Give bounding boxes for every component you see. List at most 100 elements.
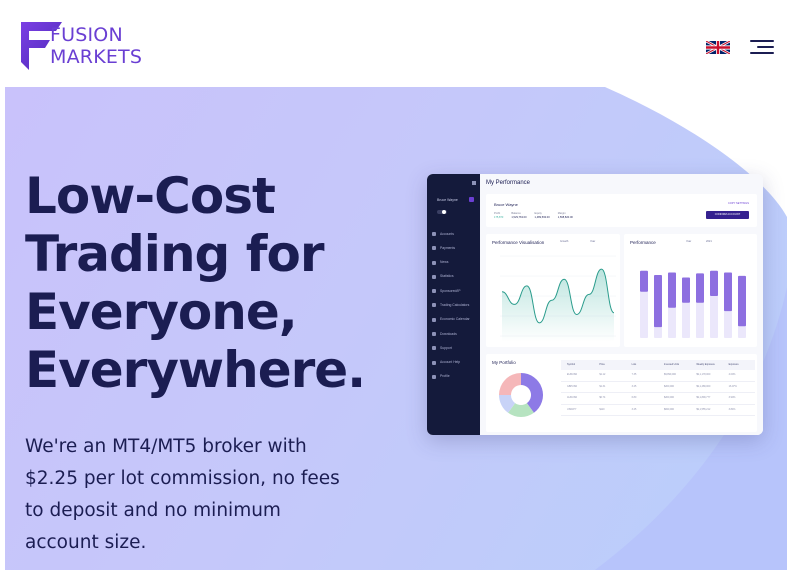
headline-line-3: Everyone,: [25, 283, 298, 341]
sidebar-item-icon: [432, 374, 436, 379]
stat-profit: Profit 175,873: [494, 212, 503, 220]
table-header: Symbol Price Lots Invested Units Weekly …: [561, 360, 755, 370]
dashboard-preview-image: Bruce Wayne Accounts Payments News Stati…: [427, 174, 763, 435]
table-cell: $9,1,178,000: [696, 373, 711, 376]
logo-wordmark: FUSION MARKETS: [50, 24, 142, 68]
bar: [710, 270, 718, 296]
table-cell: $9,899,000: [663, 373, 676, 376]
year-filter: Year: [686, 240, 692, 243]
stat-value: 1,529,763.00: [511, 216, 527, 219]
table-cell: $1.12: [599, 373, 606, 376]
fusion-markets-logo[interactable]: FUSION MARKETS: [20, 22, 150, 70]
sidebar-item-label: Account Help: [440, 360, 461, 365]
table-cell: $0.74: [599, 396, 606, 399]
stat-value: 1,598,820.00: [557, 216, 573, 219]
visualisation-title: Performance Visualisation: [492, 240, 545, 245]
sidebar-item-label: Downloads: [440, 331, 457, 336]
sidebar-item: Payments: [427, 243, 480, 257]
table-cell: 3.84%: [728, 407, 736, 411]
stat-label: Balance: [511, 212, 521, 215]
table-cell: 7.35: [631, 373, 637, 376]
bar: [738, 275, 746, 327]
sidebar-item-label: Economic Calendar: [440, 317, 470, 322]
line-chart: [500, 255, 616, 342]
table-cell: 3.25: [631, 384, 637, 388]
sidebar-item-icon: [432, 246, 436, 251]
uk-flag-icon[interactable]: [706, 41, 730, 54]
line-area: [502, 269, 614, 342]
sidebar-item-label: News: [440, 260, 449, 265]
stat-label: Profit: [494, 212, 501, 215]
sidebar-item: Profile: [427, 372, 480, 386]
profile-name: Bruce Wayne: [494, 202, 518, 207]
stats-row: Profit 175,873 Balance 1,529,763.00 Equity…: [494, 212, 573, 220]
performance-card: Performance Year 2021: [624, 234, 757, 347]
hero-lead-text: We're an MT4/MT5 broker with $2.25 per l…: [25, 436, 340, 553]
column-header: Weekly Exposure: [696, 363, 715, 366]
performance-visualisation-card: Performance Visualisation Growth Year: [486, 234, 620, 347]
table-cell: $200,000: [663, 396, 674, 399]
bar: [668, 272, 676, 308]
growth-select: Growth: [560, 240, 569, 243]
portfolio-title: My Portfolio: [492, 360, 516, 365]
sidebar-item: Accounts: [427, 229, 480, 243]
table-cell: $9,1,555,212: [696, 407, 711, 411]
sidebar-item: Economic Calendar: [427, 315, 480, 329]
hero-section: Low-Cost Trading for Everyone, Everywher…: [5, 87, 787, 570]
table-cell: USDJPY: [567, 407, 577, 411]
sidebar-item: Downloads: [427, 329, 480, 343]
stat-label: Margin: [557, 212, 566, 215]
sidebar-menu: Accounts Payments News Statistics Sponso…: [427, 229, 480, 386]
home-icon: [472, 181, 476, 185]
hamburger-menu-icon[interactable]: [750, 38, 774, 56]
table-cell: $9,1,899,777: [696, 396, 711, 399]
sidebar-item: Statistics: [427, 272, 480, 286]
table-cell: $820,000: [663, 407, 674, 411]
table-cell: $1.31: [599, 384, 606, 388]
sidebar-user-name: Bruce Wayne: [437, 198, 458, 202]
table-cell: 4.00%: [728, 373, 736, 376]
column-header: Price: [599, 363, 605, 366]
dashboard-title: My Performance: [486, 180, 531, 186]
stat-value: 1,489,593.00: [534, 216, 550, 219]
sidebar-item-label: Accounts: [440, 231, 454, 236]
table-cell: 3.25: [631, 407, 637, 411]
column-header: Invested Units: [663, 363, 680, 366]
column-header: Exposure: [728, 363, 739, 366]
table-cell: GBPUSD: [567, 384, 578, 388]
year-value: 2021: [706, 240, 712, 243]
sidebar-item: Support: [427, 343, 480, 357]
year-select: Year: [590, 240, 596, 243]
column-header: Symbol: [567, 363, 575, 366]
portfolio-card: My Portfolio Symbol Price Lots Invested …: [486, 354, 757, 432]
logo-line-1: FUSION: [50, 24, 123, 46]
table-cell: 16.07%: [728, 384, 737, 388]
user-badge-icon: [469, 197, 474, 202]
confirm-account-button: CONFIRM ACCOUNT: [706, 211, 749, 219]
table-cell: EURUSD: [567, 373, 578, 376]
table-cell: $110: [599, 407, 605, 411]
portfolio-donut-chart: [499, 373, 543, 417]
stat-value: 175,873: [494, 216, 504, 219]
logo-line-2: MARKETS: [50, 46, 143, 68]
sidebar-item: Account Help: [427, 358, 480, 372]
bar: [724, 272, 732, 312]
hero-headline: Low-Cost Trading for Everyone, Everywher…: [25, 167, 425, 399]
sidebar-item-icon: [432, 260, 436, 265]
table-row: AUDUSD $0.74 6.80 $200,000 $9,1,899,777 3.90%: [561, 393, 755, 405]
sidebar-toggle: [437, 210, 447, 214]
sidebar-item: Sponsored/IP: [427, 286, 480, 300]
sidebar-item: News: [427, 258, 480, 272]
dashboard-main: My Performance Bruce Wayne Profit 175,873…: [480, 174, 763, 435]
stat-margin: Margin 1,598,820.00: [558, 212, 573, 220]
bar-chart: [640, 270, 746, 338]
sidebar-item-icon: [432, 274, 436, 279]
headline-line-4: Everywhere.: [25, 341, 366, 399]
table-row: USDJPY $110 3.25 $820,000 $9,1,555,212 3.84%: [561, 405, 755, 416]
profile-card: Bruce Wayne Profit 175,873 Balance 1,529,7…: [486, 194, 757, 227]
table-cell: 6.80: [631, 396, 637, 399]
sidebar-item-label: Support: [440, 345, 452, 350]
table-cell: $9,1,489,000: [696, 384, 711, 388]
bar: [682, 277, 690, 303]
sidebar-item-icon: [432, 360, 436, 365]
